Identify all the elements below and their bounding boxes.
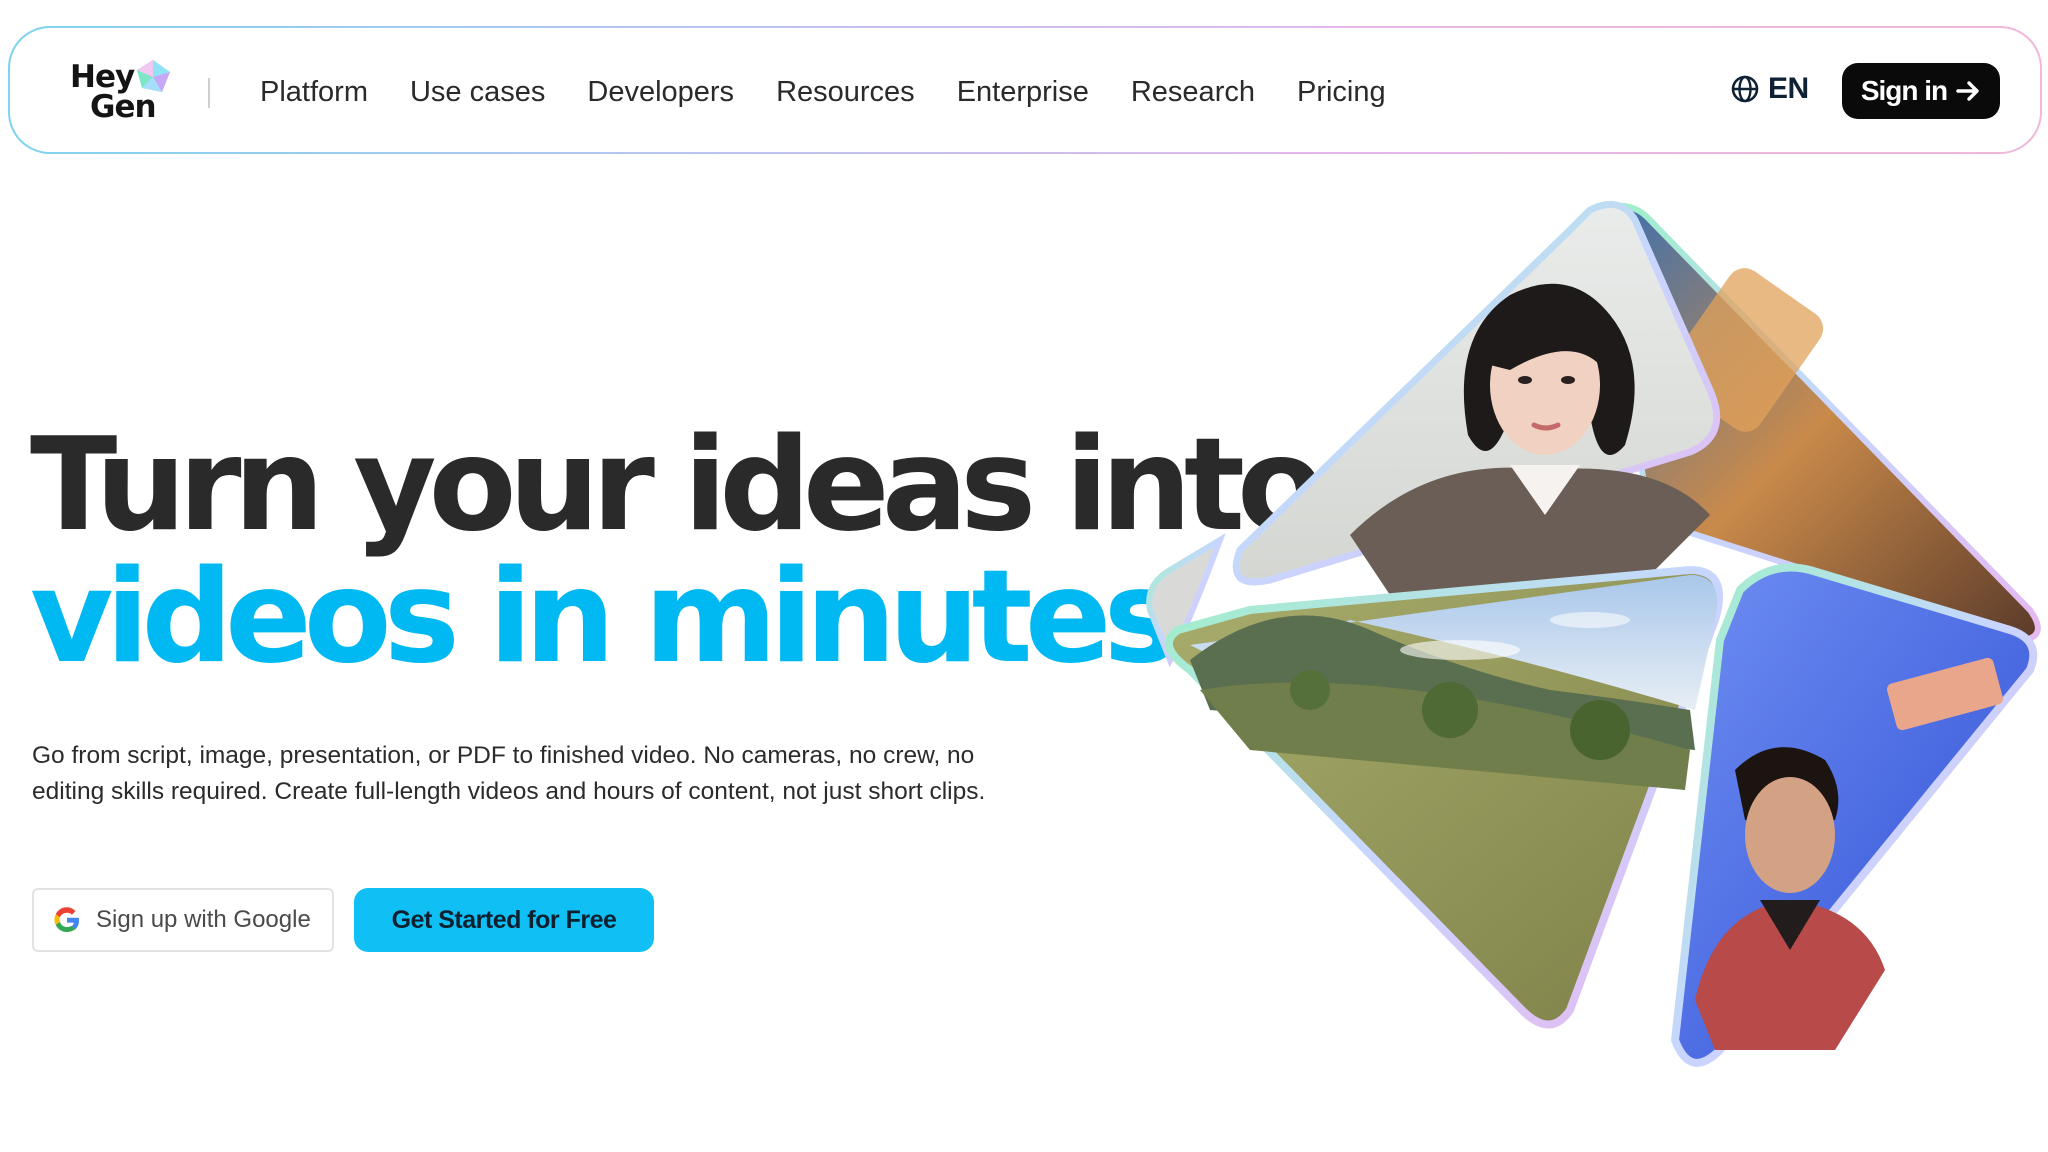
globe-icon [1731, 75, 1759, 103]
sign-in-label: Sign in [1860, 75, 1948, 106]
nav-item-use-cases[interactable]: Use cases [410, 76, 545, 109]
google-signup-label: Sign up with Google [96, 906, 311, 933]
nav-item-pricing[interactable]: Pricing [1297, 76, 1386, 109]
language-label: EN [1768, 72, 1809, 105]
google-g-icon [54, 907, 80, 933]
hero-headline-line1: Turn your ideas into [30, 411, 1325, 560]
nav-item-developers[interactable]: Developers [587, 76, 734, 109]
logo-gem-icon [137, 60, 170, 92]
nav-divider [208, 78, 210, 108]
hero-headline-line2: videos in minutes [30, 543, 1180, 692]
hero-headline: Turn your ideas into videos in minutes [30, 411, 1325, 692]
google-signup-button[interactable]: Sign up with Google [32, 888, 334, 952]
hero-video-polyhedron [1146, 200, 2041, 1067]
nav-item-platform[interactable]: Platform [260, 76, 368, 109]
nav-item-resources[interactable]: Resources [776, 76, 915, 109]
heygen-logo[interactable]: Hey Gen [62, 58, 172, 128]
nav-item-enterprise[interactable]: Enterprise [957, 76, 1089, 109]
get-started-label: Get Started for Free [391, 905, 617, 934]
language-selector[interactable]: EN [1730, 72, 1809, 106]
nav-links: Platform Use cases Developers Resources … [260, 28, 1428, 156]
arrow-right-icon [1956, 81, 1979, 101]
nav-item-research[interactable]: Research [1131, 76, 1255, 109]
page: Hey Gen Platform Use cases Developers Re… [0, 0, 2048, 1152]
logo-text-gen: Gen [90, 89, 157, 125]
sign-in-button[interactable]: Sign in [1842, 63, 2000, 119]
get-started-button[interactable]: Get Started for Free [354, 888, 654, 952]
top-nav: Hey Gen Platform Use cases Developers Re… [8, 26, 2042, 154]
logo-text-hey: Hey [70, 59, 135, 95]
hero-subtext: Go from script, image, presentation, or … [32, 742, 986, 805]
